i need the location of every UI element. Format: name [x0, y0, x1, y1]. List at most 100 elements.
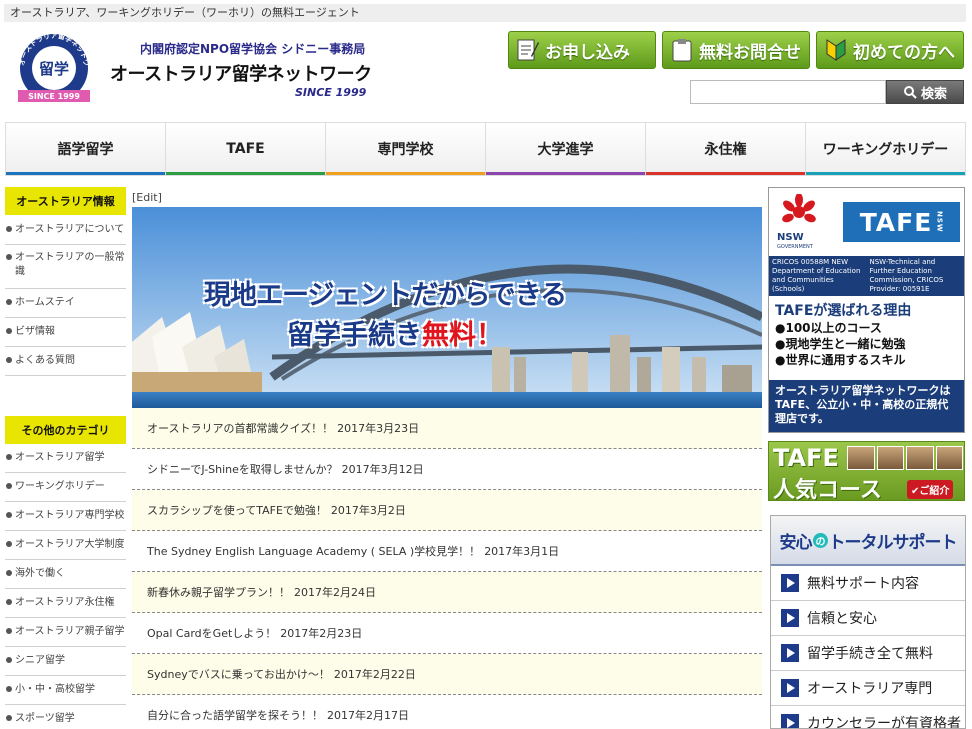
tafe-agent-note: オーストラリア留学ネットワークはTAFE、公立小・中・高校の正規代理店です。	[769, 380, 964, 432]
arrow-right-icon	[781, 609, 799, 627]
search-input[interactable]	[690, 80, 886, 104]
news-item[interactable]: 新春休み親子留学プラン！！ 2017年2月24日	[132, 572, 762, 613]
hero-banner[interactable]: 現地エージェントだからできる 留学手続き無料！	[132, 207, 762, 408]
sidebar-list-australia-info: オーストラリアについて オーストラリアの一般常識 ホームステイ ビザ情報 よくあ…	[5, 216, 126, 376]
nav-tafe[interactable]: TAFE	[166, 123, 326, 175]
tafe-reason-title: TAFEが選ばれる理由	[775, 303, 912, 319]
news-title: スカラシップを使ってTAFEで勉強！	[147, 504, 327, 517]
sidebar-item[interactable]: ビザ情報	[5, 318, 126, 347]
news-item[interactable]: 自分に合った語学留学を探そう！！ 2017年2月17日	[132, 695, 762, 729]
introduce-badge: ✔ご紹介	[907, 480, 954, 499]
nav-university[interactable]: 大学進学	[486, 123, 646, 175]
cricos-right: NSW-Technical and Further Education Comm…	[869, 258, 944, 293]
nsw-waratah-icon	[781, 193, 817, 234]
magnifier-icon	[903, 85, 917, 99]
main-nav: 語学留学 TAFE 専門学校 大学進学 永住権 ワーキングホリデー	[5, 122, 966, 176]
first-time-button[interactable]: 初めての方へ	[816, 31, 964, 69]
support-link-label: 無料サポート内容	[807, 576, 919, 592]
edit-link[interactable]: [Edit]	[132, 191, 162, 204]
logo-center-text: 留学	[39, 60, 69, 78]
tafe-logo: TAFE NSW	[843, 202, 960, 242]
news-date: 2017年3月1日	[484, 545, 560, 558]
support-link-label: カウンセラーが有資格者	[807, 716, 961, 729]
news-title: 新春休み親子留学プラン！！	[147, 586, 290, 599]
news-title: Opal CardをGetしよう！	[147, 627, 277, 640]
news-title: The Sydney English Language Academy ( SE…	[147, 545, 481, 558]
hero-free-text: 無料	[422, 320, 476, 351]
nsw-label: NSW	[777, 232, 804, 243]
news-item[interactable]: スカラシップを使ってTAFEで勉強！ 2017年3月2日	[132, 490, 762, 531]
search-button[interactable]: 検索	[886, 80, 964, 104]
contact-button-label: 無料お問合せ	[699, 42, 801, 63]
cricos-info: CRICOS 00588M NEW Department of Educatio…	[769, 256, 964, 296]
news-title: Sydneyでバスに乗ってお出かけ～！	[147, 668, 330, 681]
beginner-mark-icon	[825, 38, 847, 62]
tafe-popular-subtitle: 人気コース	[773, 478, 882, 501]
news-item[interactable]: オーストラリアの首都常識クイズ！！ 2017年3月23日	[132, 408, 762, 449]
tafe-popular-title: TAFE	[773, 444, 839, 472]
sidebar-item[interactable]: オーストラリア大学制度	[5, 531, 126, 560]
news-item[interactable]: Sydneyでバスに乗ってお出かけ～！ 2017年2月22日	[132, 654, 762, 695]
support-link-label: 留学手続き全て無料	[807, 646, 933, 662]
arrow-right-icon	[781, 679, 799, 697]
news-date: 2017年2月17日	[327, 709, 409, 722]
support-link-label: 信頼と安心	[807, 611, 877, 627]
sidebar-item[interactable]: 小・中・高校留学	[5, 676, 126, 705]
sidebar-item[interactable]: 海外で働く	[5, 560, 126, 589]
clipboard-icon	[671, 38, 693, 62]
search-button-label: 検索	[920, 86, 947, 102]
support-link[interactable]: 無料サポート内容	[771, 566, 965, 601]
nav-working-holiday[interactable]: ワーキングホリデー	[806, 123, 965, 175]
sidebar-heading-other-categories: その他のカテゴリ	[5, 416, 126, 444]
sidebar-item[interactable]: ワーキングホリデー	[5, 473, 126, 502]
sidebar-item[interactable]: オーストラリアについて	[5, 216, 126, 245]
news-item[interactable]: The Sydney English Language Academy ( SE…	[132, 531, 762, 572]
hero-exclamation: ！	[476, 320, 503, 351]
sidebar-item[interactable]: スポーツ留学	[5, 705, 126, 729]
hero-subheadline-a: 留学手続き	[287, 320, 422, 351]
sidebar-item[interactable]: シニア留学	[5, 647, 126, 676]
nav-language-study[interactable]: 語学留学	[6, 123, 166, 175]
org-subtitle: 内閣府認定NPO留学協会 シドニー事務局	[140, 42, 366, 56]
support-link[interactable]: 留学手続き全て無料	[771, 636, 965, 671]
sidebar-item[interactable]: オーストラリア専門学校	[5, 502, 126, 531]
news-item[interactable]: Opal CardをGetしよう！ 2017年2月23日	[132, 613, 762, 654]
arrow-right-icon	[781, 644, 799, 662]
sidebar-item[interactable]: オーストラリア留学	[5, 444, 126, 473]
support-link[interactable]: 信頼と安心	[771, 601, 965, 636]
sidebar-list-other-categories: オーストラリア留学 ワーキングホリデー オーストラリア専門学校 オーストラリア大…	[5, 444, 126, 729]
cricos-left: CRICOS 00588M NEW Department of Educatio…	[772, 258, 861, 293]
news-date: 2017年3月2日	[330, 504, 406, 517]
tafe-banner[interactable]: NSW GOVERNMENT TAFE NSW CRICOS 00588M NEW…	[768, 187, 965, 433]
news-list: オーストラリアの首都常識クイズ！！ 2017年3月23日 シドニーでJ-Shine…	[132, 408, 762, 729]
nsw-government-label: GOVERNMENT	[777, 244, 813, 250]
contact-button[interactable]: 無料お問合せ	[662, 31, 810, 69]
apply-button[interactable]: お申し込み	[508, 31, 656, 69]
news-item[interactable]: シドニーでJ-Shineを取得しませんか？ 2017年3月12日	[132, 449, 762, 490]
support-link[interactable]: カウンセラーが有資格者	[771, 706, 965, 729]
hero-headline: 現地エージェントだからできる	[204, 280, 567, 311]
news-date: 2017年2月24日	[294, 586, 376, 599]
arrow-right-icon	[781, 574, 799, 592]
hero-subheadline: 留学手続き無料！	[287, 313, 503, 352]
org-name[interactable]: オーストラリア留学ネットワーク	[110, 60, 372, 86]
nav-vocational-school[interactable]: 専門学校	[326, 123, 486, 175]
tafe-reason-point: ●現地学生と一緒に勉強	[775, 337, 906, 351]
news-date: 2017年3月23日	[337, 422, 420, 435]
news-date: 2017年2月22日	[333, 668, 416, 681]
tafe-reason-point: ●100以上のコース	[775, 321, 882, 335]
apply-button-label: お申し込み	[545, 42, 630, 63]
sidebar-heading-australia-info: オーストラリア情報	[5, 187, 126, 215]
tafe-popular-courses-banner[interactable]: TAFE 人気コース ✔ご紹介	[768, 441, 965, 501]
sidebar-item[interactable]: ホームステイ	[5, 289, 126, 318]
sidebar-item[interactable]: オーストラリア永住権	[5, 589, 126, 618]
sidebar-item[interactable]: オーストラリア親子留学	[5, 618, 126, 647]
total-support-heading: 安心のトータルサポート	[771, 516, 965, 566]
sidebar-item[interactable]: よくある質問	[5, 347, 126, 376]
news-title: 自分に合った語学留学を探そう！！	[147, 709, 323, 722]
students-photo	[847, 446, 963, 470]
support-link[interactable]: オーストラリア専門	[771, 671, 965, 706]
nav-permanent-residency[interactable]: 永住権	[646, 123, 806, 175]
site-logo[interactable]: オーストラリア留学ネットワーク 留学 SINCE 1999	[11, 23, 94, 108]
sidebar-item[interactable]: オーストラリアの一般常識	[5, 245, 126, 289]
